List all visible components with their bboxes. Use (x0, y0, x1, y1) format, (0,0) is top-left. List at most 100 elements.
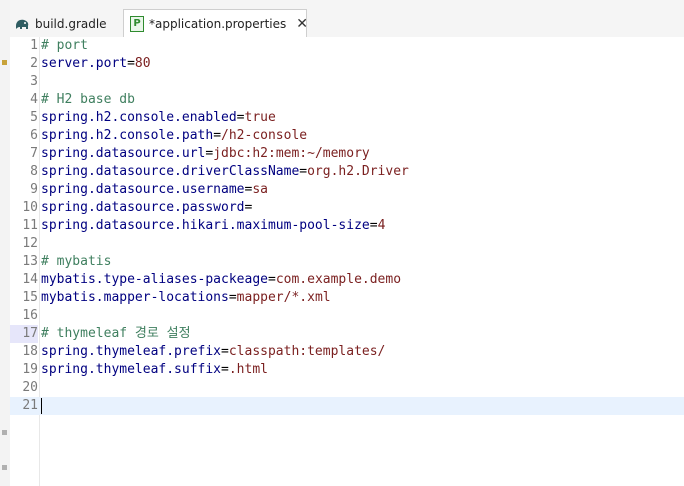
line-number: 10 (22, 200, 38, 215)
gradle-elephant-icon (14, 16, 30, 32)
line-content: spring.thymeleaf.prefix=classpath:templa… (41, 343, 385, 361)
line-number: 8 (30, 164, 38, 179)
property-value: 4 (377, 218, 386, 233)
line-number: 18 (22, 344, 38, 359)
code-line[interactable]: 13 # mybatis (10, 253, 684, 271)
property-key: spring.datasource.password (41, 200, 245, 215)
close-icon[interactable]: ✕ (296, 16, 308, 32)
line-content: spring.datasource.username=sa (41, 181, 268, 199)
equals-sign: = (369, 218, 378, 233)
code-line[interactable]: 4 # H2 base db (10, 91, 684, 109)
code-line[interactable]: 7 spring.datasource.url=jdbc:h2:mem:~/mem… (10, 145, 684, 163)
code-editor[interactable]: 1 # port 2 server.port=80 3 4 # H2 base db 5 spr… (10, 37, 684, 486)
code-line[interactable]: 1 # port (10, 37, 684, 55)
code-line[interactable]: 11 spring.datasource.hikari.maximum-pool-… (10, 217, 684, 235)
code-line[interactable]: 2 server.port=80 (10, 55, 684, 73)
line-content: spring.h2.console.enabled=true (41, 109, 276, 127)
property-key: spring.datasource.url (41, 146, 206, 161)
property-key: spring.datasource.hikari.maximum-pool-si… (41, 218, 370, 233)
line-content: spring.h2.console.path=/h2-console (41, 127, 307, 145)
equals-sign: = (228, 290, 237, 305)
equals-sign: = (127, 56, 135, 71)
code-line[interactable]: 5 spring.h2.console.enabled=true (10, 109, 684, 127)
tab-label: *application.properties (149, 17, 287, 31)
code-line[interactable]: 21 (10, 397, 684, 415)
line-number: 2 (30, 56, 38, 71)
line-content: spring.datasource.hikari.maximum-pool-si… (41, 217, 385, 235)
code-line[interactable]: 8 spring.datasource.driverClassName=org.h… (10, 163, 684, 181)
line-content: # mybatis (41, 253, 111, 271)
property-key: mybatis.mapper-locations (41, 290, 229, 305)
code-line[interactable]: 19 spring.thymeleaf.suffix=.html (10, 361, 684, 379)
line-content: # port (41, 37, 88, 55)
line-number: 5 (30, 110, 38, 125)
code-line[interactable]: 18 spring.thymeleaf.prefix=classpath:temp… (10, 343, 684, 361)
line-number: 6 (30, 128, 38, 143)
code-line[interactable]: 14 mybatis.type-aliases-packeage=com.exam… (10, 271, 684, 289)
property-key: spring.datasource.username (41, 182, 245, 197)
line-content: spring.thymeleaf.suffix=.html (41, 361, 268, 379)
line-number: 9 (30, 182, 38, 197)
line-content: mybatis.type-aliases-packeage=com.exampl… (41, 271, 401, 289)
line-content: spring.datasource.password= (41, 199, 252, 217)
property-key: spring.thymeleaf.prefix (41, 344, 222, 359)
property-value: 80 (134, 56, 151, 71)
equals-sign: = (244, 200, 253, 215)
property-value: /h2-console (221, 128, 308, 143)
property-value: classpath:templates/ (228, 344, 386, 359)
line-number: 20 (22, 380, 38, 395)
line-number: 19 (22, 362, 38, 377)
property-value: com.example.demo (275, 272, 402, 287)
property-key: spring.h2.console.enabled (41, 110, 237, 125)
property-value: sa (252, 182, 268, 197)
line-number: 4 (30, 92, 38, 107)
property-value: mapper/*.xml (236, 290, 331, 305)
property-key: spring.datasource.driverClassName (41, 164, 300, 179)
line-content: mybatis.mapper-locations=mapper/*.xml (41, 289, 331, 307)
tab-label: build.gradle (35, 16, 107, 31)
line-number: 17 (10, 325, 38, 343)
code-line[interactable]: 20 (10, 379, 684, 397)
line-number: 12 (22, 236, 38, 251)
property-key: server.port (41, 56, 128, 71)
property-value: jdbc:h2:mem:~/memory (213, 146, 370, 161)
line-number: 15 (22, 290, 38, 305)
properties-file-icon: P (130, 16, 144, 32)
code-line[interactable]: 10 spring.datasource.password= (10, 199, 684, 217)
property-key: mybatis.type-aliases-packeage (41, 272, 268, 287)
code-line[interactable]: 9 spring.datasource.username=sa (10, 181, 684, 199)
marker-icon (2, 430, 7, 435)
line-number: 13 (22, 254, 38, 269)
comment-text: # port (41, 38, 88, 53)
comment-text: # mybatis (41, 254, 112, 269)
code-line[interactable]: 3 (10, 73, 684, 91)
line-content: spring.datasource.url=jdbc:h2:mem:~/memo… (41, 145, 370, 163)
equals-sign: = (213, 128, 222, 143)
tab-application-properties[interactable]: P *application.properties ✕ (123, 9, 308, 38)
line-content: server.port=80 (41, 55, 151, 73)
line-number: 14 (22, 272, 38, 287)
line-number: 1 (30, 38, 38, 53)
equals-sign: = (221, 344, 229, 359)
line-content: spring.datasource.driverClassName=org.h2… (41, 163, 409, 181)
code-line[interactable]: 16 (10, 307, 684, 325)
line-number: 3 (30, 74, 38, 89)
property-value: org.h2.Driver (307, 164, 409, 179)
line-number: 7 (30, 146, 38, 161)
code-line[interactable]: 6 spring.h2.console.path=/h2-console (10, 127, 684, 145)
text-cursor (41, 398, 42, 414)
editor-tab-bar: build.gradle P *application.properties ✕ (10, 0, 684, 38)
property-value: .html (228, 362, 268, 377)
equals-sign: = (236, 110, 245, 125)
code-line[interactable]: 12 (10, 235, 684, 253)
code-line[interactable]: 17 # thymeleaf 경로 설정 (10, 325, 684, 343)
comment-text: # thymeleaf 경로 설정 (41, 326, 191, 341)
line-number: 11 (22, 218, 38, 233)
line-content: # H2 base db (41, 91, 135, 109)
property-key: spring.thymeleaf.suffix (41, 362, 222, 377)
line-number: 16 (22, 308, 38, 323)
code-line[interactable]: 15 mybatis.mapper-locations=mapper/*.xml (10, 289, 684, 307)
property-key: spring.h2.console.path (41, 128, 214, 143)
comment-text: # H2 base db (41, 92, 135, 107)
tab-build-gradle[interactable]: build.gradle (10, 10, 122, 37)
